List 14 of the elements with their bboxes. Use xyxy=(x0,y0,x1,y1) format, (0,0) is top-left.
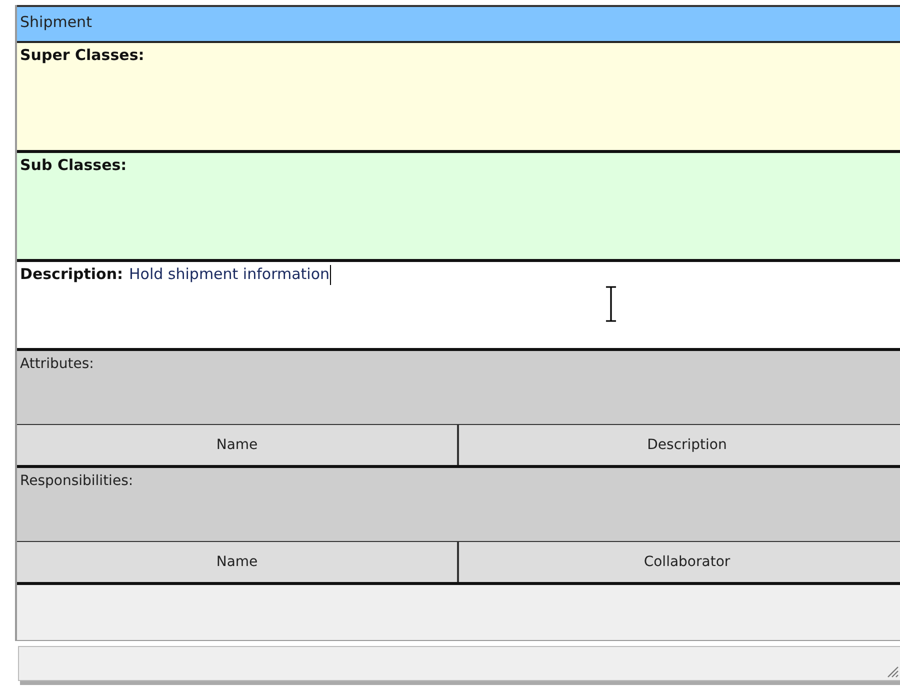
super-classes-label: Super Classes: xyxy=(20,46,144,64)
text-cursor-icon xyxy=(330,265,332,285)
column-header[interactable]: Name xyxy=(17,425,457,465)
column-header[interactable]: Collaborator xyxy=(457,542,900,582)
description-label: Description: xyxy=(20,265,124,283)
card-title: Shipment xyxy=(17,5,900,43)
column-header[interactable]: Name xyxy=(17,542,457,582)
text-cursor-icon xyxy=(604,286,618,322)
attributes-label: Attributes: xyxy=(20,356,94,372)
responsibilities-label: Responsibilities: xyxy=(20,473,134,489)
sub-classes-label: Sub Classes: xyxy=(20,156,127,174)
column-header[interactable]: Description xyxy=(457,425,900,465)
description-text[interactable]: Hold shipment information xyxy=(129,265,330,283)
resize-grip-icon[interactable] xyxy=(885,664,899,678)
